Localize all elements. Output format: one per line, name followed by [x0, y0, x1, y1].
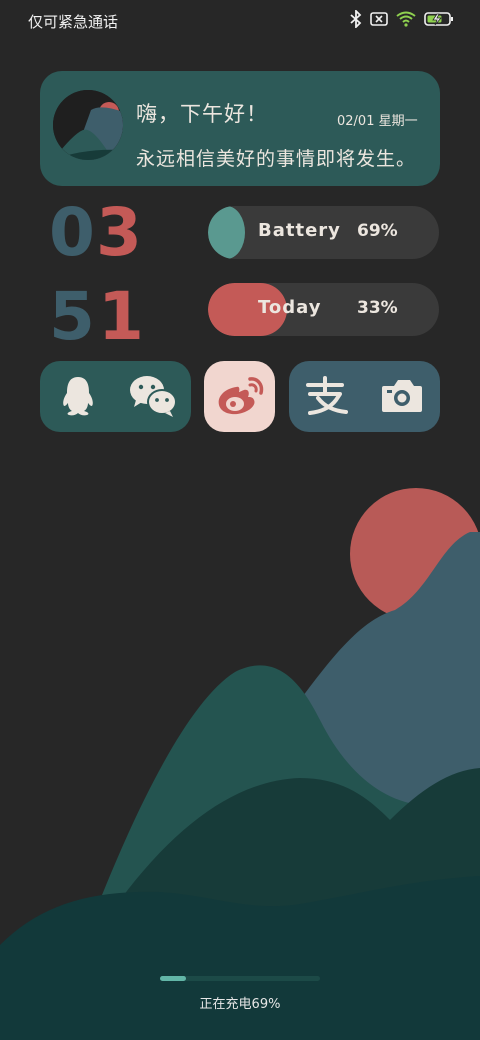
no-sim-icon	[370, 11, 388, 27]
clock-minute-tens: 5	[49, 278, 95, 355]
clock-hour-tens: 0	[49, 194, 95, 271]
far-mountain	[300, 532, 480, 1040]
greeting-message: 永远相信美好的事情即将发生。	[136, 148, 417, 170]
camera-icon[interactable]	[379, 376, 425, 416]
battery-fill	[208, 206, 245, 259]
social-apps-group	[40, 361, 191, 432]
utility-apps-group	[289, 361, 440, 432]
greeting-card[interactable]: 嗨，下午好！ 02/01 星期一 永远相信美好的事情即将发生。	[40, 71, 440, 186]
battery-charging-icon	[424, 11, 454, 27]
alipay-icon[interactable]	[303, 375, 349, 417]
greeting-date: 02/01 星期一	[337, 114, 418, 129]
clock-hour-ones: 3	[96, 194, 142, 271]
middle-mountain	[100, 665, 480, 1040]
charging-progress-bar	[160, 976, 320, 981]
qq-icon[interactable]	[58, 375, 98, 417]
today-value: 33%	[357, 298, 398, 318]
status-bar: 仅可紧急通话	[0, 0, 480, 44]
wifi-icon	[396, 11, 416, 27]
sun-shape	[350, 488, 480, 620]
avatar	[53, 90, 123, 160]
greeting-title: 嗨，下午好！	[136, 102, 268, 126]
weibo-app[interactable]	[204, 361, 275, 432]
bluetooth-icon	[350, 10, 362, 28]
battery-label: Battery	[258, 220, 341, 241]
weibo-icon	[214, 373, 266, 419]
status-icons	[350, 10, 454, 28]
status-text: 仅可紧急通话	[28, 13, 119, 31]
today-label: Today	[258, 297, 322, 318]
clock-minute-ones: 1	[98, 278, 144, 355]
charging-progress-fill	[160, 976, 186, 981]
foreground-hill	[0, 876, 480, 1040]
today-widget[interactable]: Today 33%	[208, 283, 439, 336]
charging-text: 正在充电69%	[199, 997, 281, 1012]
wechat-icon[interactable]	[128, 373, 178, 419]
battery-value: 69%	[357, 221, 398, 241]
battery-widget[interactable]: Battery 69%	[208, 206, 439, 259]
